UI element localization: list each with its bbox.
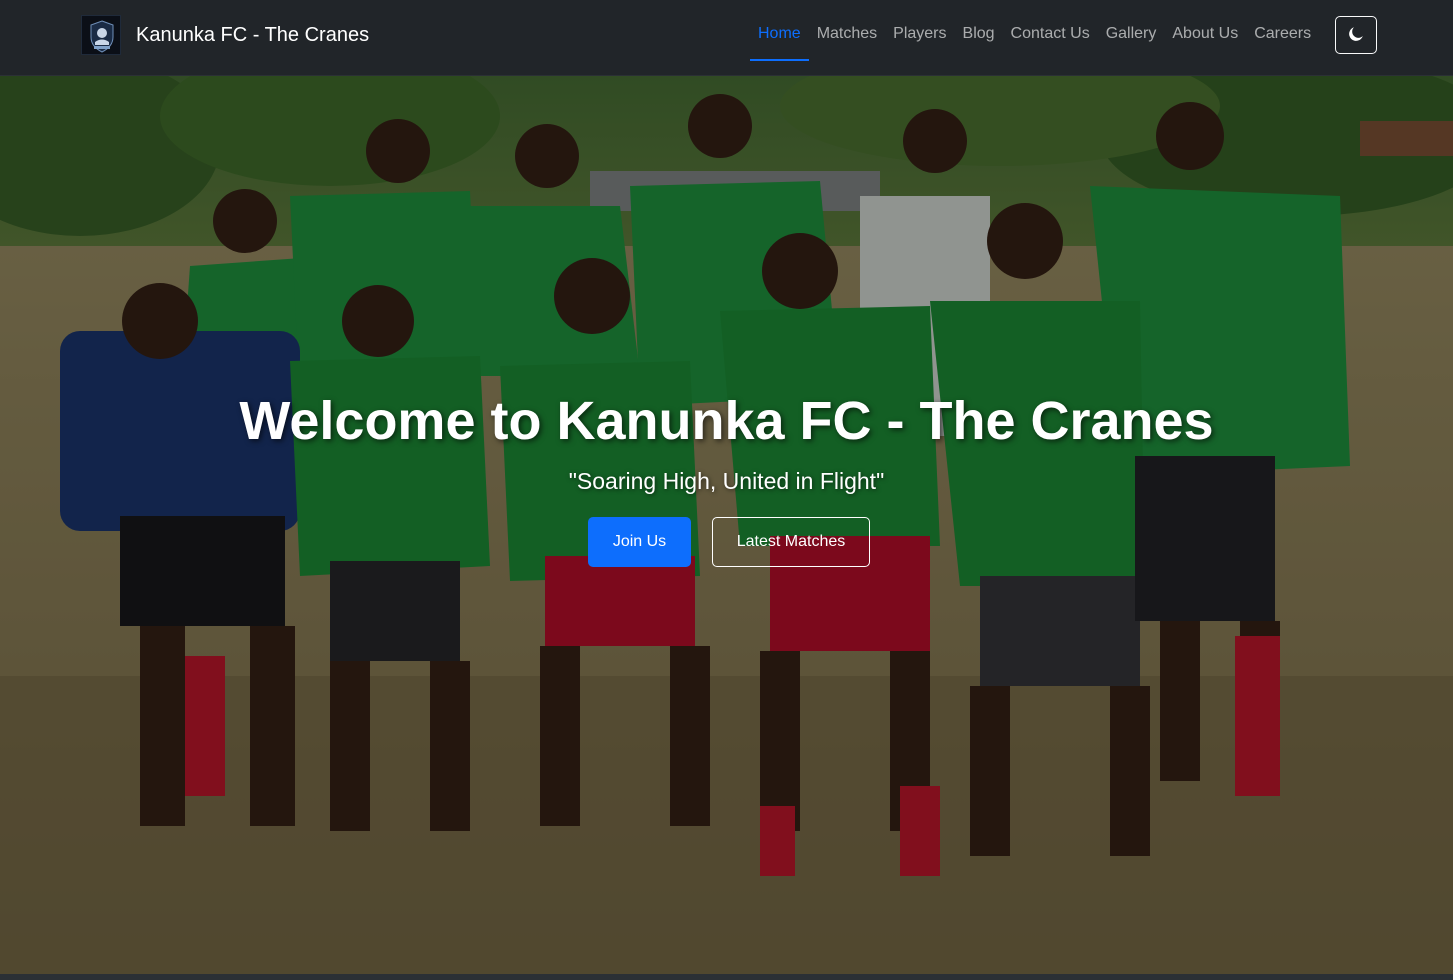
theme-toggle-button[interactable]	[1335, 16, 1377, 54]
join-us-button[interactable]: Join Us	[588, 517, 691, 567]
brand-name: Kanunka FC - The Cranes	[136, 24, 370, 46]
nav-link-careers[interactable]: Careers	[1246, 17, 1319, 51]
nav-link-about-us[interactable]: About Us	[1164, 17, 1246, 51]
navbar: Kanunka FC - The Cranes Home Matches Pla…	[0, 0, 1453, 76]
nav-link-home[interactable]: Home	[750, 17, 809, 61]
nav-link-matches[interactable]: Matches	[809, 17, 885, 51]
brand[interactable]: Kanunka FC - The Cranes	[81, 15, 369, 55]
nav-link-players[interactable]: Players	[885, 17, 954, 51]
nav-menu: Home Matches Players Blog Contact Us Gal…	[750, 17, 1319, 61]
hero-title: Welcome to Kanunka FC - The Cranes	[239, 391, 1214, 451]
club-crest-icon	[81, 15, 121, 55]
nav-link-contact-us[interactable]: Contact Us	[1003, 17, 1098, 51]
nav-link-blog[interactable]: Blog	[955, 17, 1003, 51]
moon-icon	[1348, 26, 1364, 45]
page-bottom-edge	[0, 974, 1453, 980]
latest-matches-button[interactable]: Latest Matches	[712, 517, 870, 567]
nav-link-gallery[interactable]: Gallery	[1098, 17, 1165, 51]
hero-tagline: "Soaring High, United in Flight"	[568, 468, 885, 494]
hero-section: Welcome to Kanunka FC - The Cranes "Soar…	[0, 76, 1453, 974]
hero-content: Welcome to Kanunka FC - The Cranes "Soar…	[0, 76, 1453, 974]
